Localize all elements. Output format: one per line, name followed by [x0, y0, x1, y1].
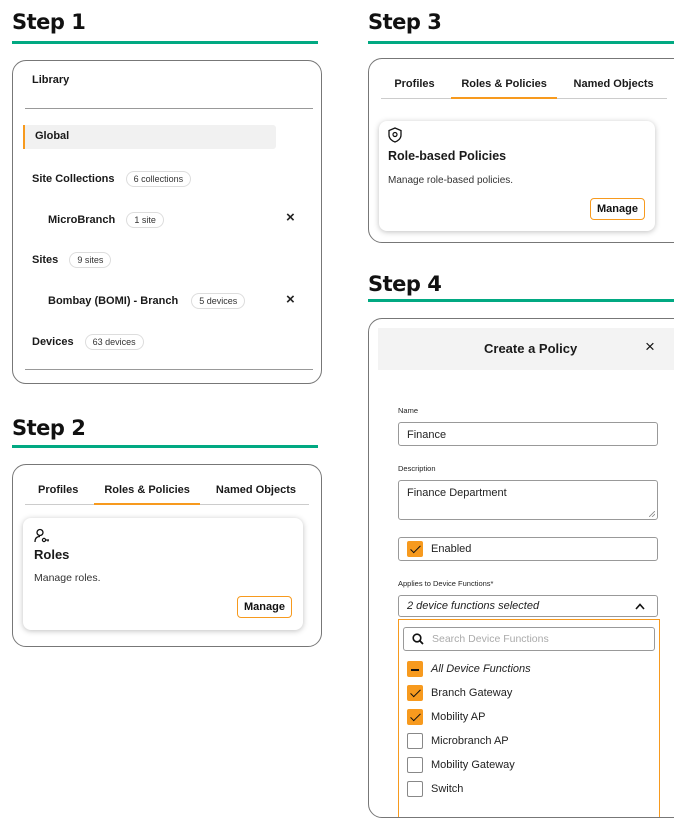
description-text: Finance Department [407, 487, 507, 499]
library-item-devices[interactable]: Devices 63 devices [32, 334, 144, 350]
description-textarea[interactable]: Finance Department [398, 480, 658, 520]
resize-handle-icon[interactable] [649, 511, 655, 517]
option-checkbox[interactable] [407, 781, 423, 797]
tab-bar: Profiles Roles & Policies Named Objects [25, 475, 309, 505]
library-divider [25, 108, 313, 109]
step-4-divider [368, 299, 674, 302]
shield-icon [388, 127, 402, 143]
library-item-global[interactable]: Global [23, 125, 276, 149]
enabled-toggle[interactable]: Enabled [398, 537, 658, 561]
step-3-title: Step 3 [368, 10, 442, 34]
applies-label: Applies to Device Functions* [398, 579, 494, 588]
roles-card-title: Roles [34, 547, 70, 562]
library-item-sites[interactable]: Sites 9 sites [32, 252, 112, 268]
search-placeholder: Search Device Functions [432, 633, 549, 645]
roles-card: Roles Manage roles. Manage [23, 518, 303, 630]
sites-label: Sites [32, 254, 59, 266]
remove-bombay-icon[interactable]: × [286, 291, 295, 308]
description-label: Description [398, 464, 436, 473]
library-panel: Library Global Site Collections 6 collec… [12, 60, 322, 384]
option-all-device-functions[interactable]: All Device Functions [399, 658, 657, 680]
option-switch[interactable]: Switch [399, 778, 657, 800]
step-3-divider [368, 41, 674, 44]
option-checkbox[interactable] [407, 661, 423, 677]
step-1-title: Step 1 [12, 10, 86, 34]
device-functions-select[interactable]: 2 device functions selected [398, 595, 658, 617]
name-label: Name [398, 406, 419, 415]
tab-roles-policies[interactable]: Roles & Policies [451, 69, 557, 99]
tab-named-objects[interactable]: Named Objects [206, 475, 306, 505]
library-title: Library [32, 74, 70, 86]
create-policy-title: Create a Policy [484, 341, 578, 356]
step-2-title: Step 2 [12, 416, 86, 440]
search-device-functions-input[interactable]: Search Device Functions [403, 627, 655, 651]
enabled-checkbox[interactable] [407, 541, 423, 557]
step-2-divider [12, 445, 318, 448]
devices-count-badge: 63 devices [84, 334, 144, 350]
option-label: Switch [431, 783, 464, 795]
devices-label: Devices [32, 336, 74, 348]
option-checkbox[interactable] [407, 733, 423, 749]
microbranch-count-badge: 1 site [126, 212, 164, 228]
device-functions-selected-value: 2 device functions selected [407, 600, 540, 612]
policies-card-desc: Manage role-based policies. [388, 175, 514, 186]
option-label: Mobility AP [431, 711, 486, 723]
name-input[interactable]: Finance [398, 422, 658, 446]
option-checkbox[interactable] [407, 757, 423, 773]
site-collections-label: Site Collections [32, 173, 115, 185]
step-1-divider [12, 41, 318, 44]
close-icon[interactable]: × [645, 337, 655, 357]
option-checkbox[interactable] [407, 709, 423, 725]
tab-profiles[interactable]: Profiles [28, 475, 88, 505]
library-item-microbranch[interactable]: MicroBranch 1 site [48, 212, 164, 228]
manage-policies-button[interactable]: Manage [590, 198, 645, 220]
create-policy-header: Create a Policy × [378, 328, 674, 370]
library-item-global-label: Global [35, 130, 70, 142]
option-mobility-gateway[interactable]: Mobility Gateway [399, 754, 657, 776]
search-icon [412, 633, 424, 645]
roles-panel: Profiles Roles & Policies Named Objects … [12, 464, 322, 647]
tab-named-objects[interactable]: Named Objects [564, 69, 664, 99]
option-label: Branch Gateway [431, 687, 513, 699]
tab-bar-step3: Profiles Roles & Policies Named Objects [381, 69, 667, 99]
option-branch-gateway[interactable]: Branch Gateway [399, 682, 657, 704]
step-4-title: Step 4 [368, 272, 442, 296]
library-item-bombay[interactable]: Bombay (BOMI) - Branch 5 devices [48, 293, 246, 309]
site-collections-count-badge: 6 collections [125, 171, 192, 187]
create-policy-panel: Create a Policy × Name Finance Descripti… [368, 318, 674, 818]
chevron-up-icon [635, 603, 645, 610]
option-label: All Device Functions [431, 663, 531, 675]
tab-roles-policies[interactable]: Roles & Policies [94, 475, 200, 505]
enabled-label: Enabled [431, 543, 472, 555]
option-label: Mobility Gateway [431, 759, 515, 771]
user-key-icon [34, 528, 49, 543]
device-functions-dropdown: Search Device Functions All Device Funct… [398, 619, 660, 817]
option-microbranch-ap[interactable]: Microbranch AP [399, 730, 657, 752]
policies-card: Role-based Policies Manage role-based po… [379, 121, 655, 231]
bombay-label: Bombay (BOMI) - Branch [48, 295, 179, 307]
sites-count-badge: 9 sites [69, 252, 112, 268]
roles-card-desc: Manage roles. [34, 572, 101, 584]
microbranch-label: MicroBranch [48, 214, 116, 226]
bombay-count-badge: 5 devices [191, 293, 246, 309]
option-checkbox[interactable] [407, 685, 423, 701]
remove-microbranch-icon[interactable]: × [286, 209, 295, 226]
library-bottom-divider [25, 369, 313, 370]
library-item-site-collections[interactable]: Site Collections 6 collections [32, 171, 192, 187]
policies-panel: Profiles Roles & Policies Named Objects … [368, 58, 674, 243]
manage-roles-button[interactable]: Manage [237, 596, 292, 618]
option-label: Microbranch AP [431, 735, 509, 747]
policies-card-title: Role-based Policies [388, 149, 507, 163]
tab-profiles[interactable]: Profiles [384, 69, 444, 99]
option-mobility-ap[interactable]: Mobility AP [399, 706, 657, 728]
